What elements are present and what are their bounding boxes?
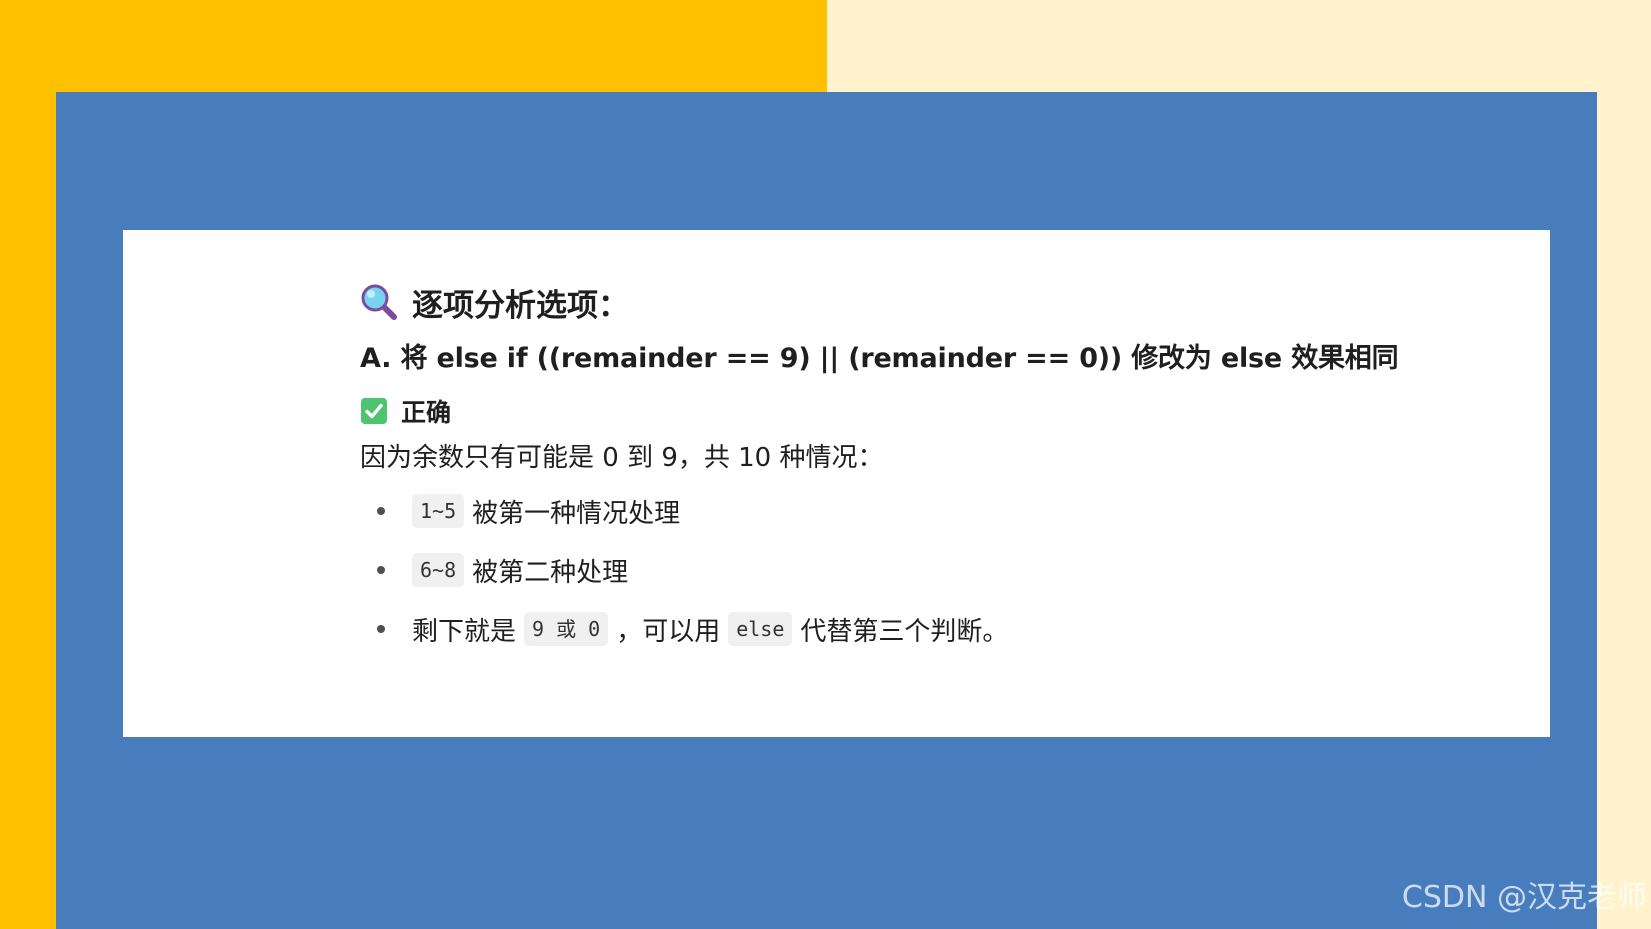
correct-status: 正确: [360, 394, 1410, 428]
bullet-dot: [377, 566, 385, 574]
remaining-values-code: 9 或 0: [524, 612, 609, 646]
list-item-remaining-case: 剩下就是 9 或 0 ，可以用 else 代替第三个判断。: [360, 609, 1410, 649]
csdn-watermark: CSDN @汉克老师: [1401, 880, 1647, 915]
status-text: 正确: [401, 398, 452, 427]
list-item-first-case: 1~5 被第一种情况处理: [360, 491, 1410, 531]
first-range-code: 1~5: [412, 494, 465, 528]
analysis-heading: 逐项分析选项：: [360, 280, 1410, 324]
remaining-prefix-text: 剩下就是: [412, 616, 517, 647]
check-mark-button-icon: [361, 398, 387, 424]
bullet-dot: [377, 507, 385, 515]
else-code: else: [728, 612, 793, 646]
heading-text: 逐项分析选项：: [412, 287, 629, 324]
second-case-text: 被第二种处理: [472, 557, 629, 588]
option-a-line: A. 将 else if ((remainder == 9) || (remai…: [360, 343, 1399, 374]
slide-page: 逐项分析选项： A. 将 else if ((remainder == 9) |…: [0, 0, 1651, 929]
second-range-code: 6~8: [412, 553, 465, 587]
remaining-suffix-text: 代替第三个判断。: [800, 616, 1009, 647]
list-item-second-case: 6~8 被第二种处理: [360, 550, 1410, 590]
case-list: 1~5 被第一种情况处理 6~8 被第二种处理 剩下就是 9 或 0 ，可以用 …: [360, 491, 1410, 649]
magnifying-glass-icon: [361, 284, 397, 320]
bullet-dot: [377, 625, 385, 633]
explanation-text: 因为余数只有可能是 0 到 9，共 10 种情况：: [360, 443, 884, 473]
remaining-middle-text: ，可以用: [616, 616, 721, 647]
analysis-content: 逐项分析选项： A. 将 else if ((remainder == 9) |…: [360, 280, 1410, 668]
first-case-text: 被第一种情况处理: [472, 498, 681, 529]
